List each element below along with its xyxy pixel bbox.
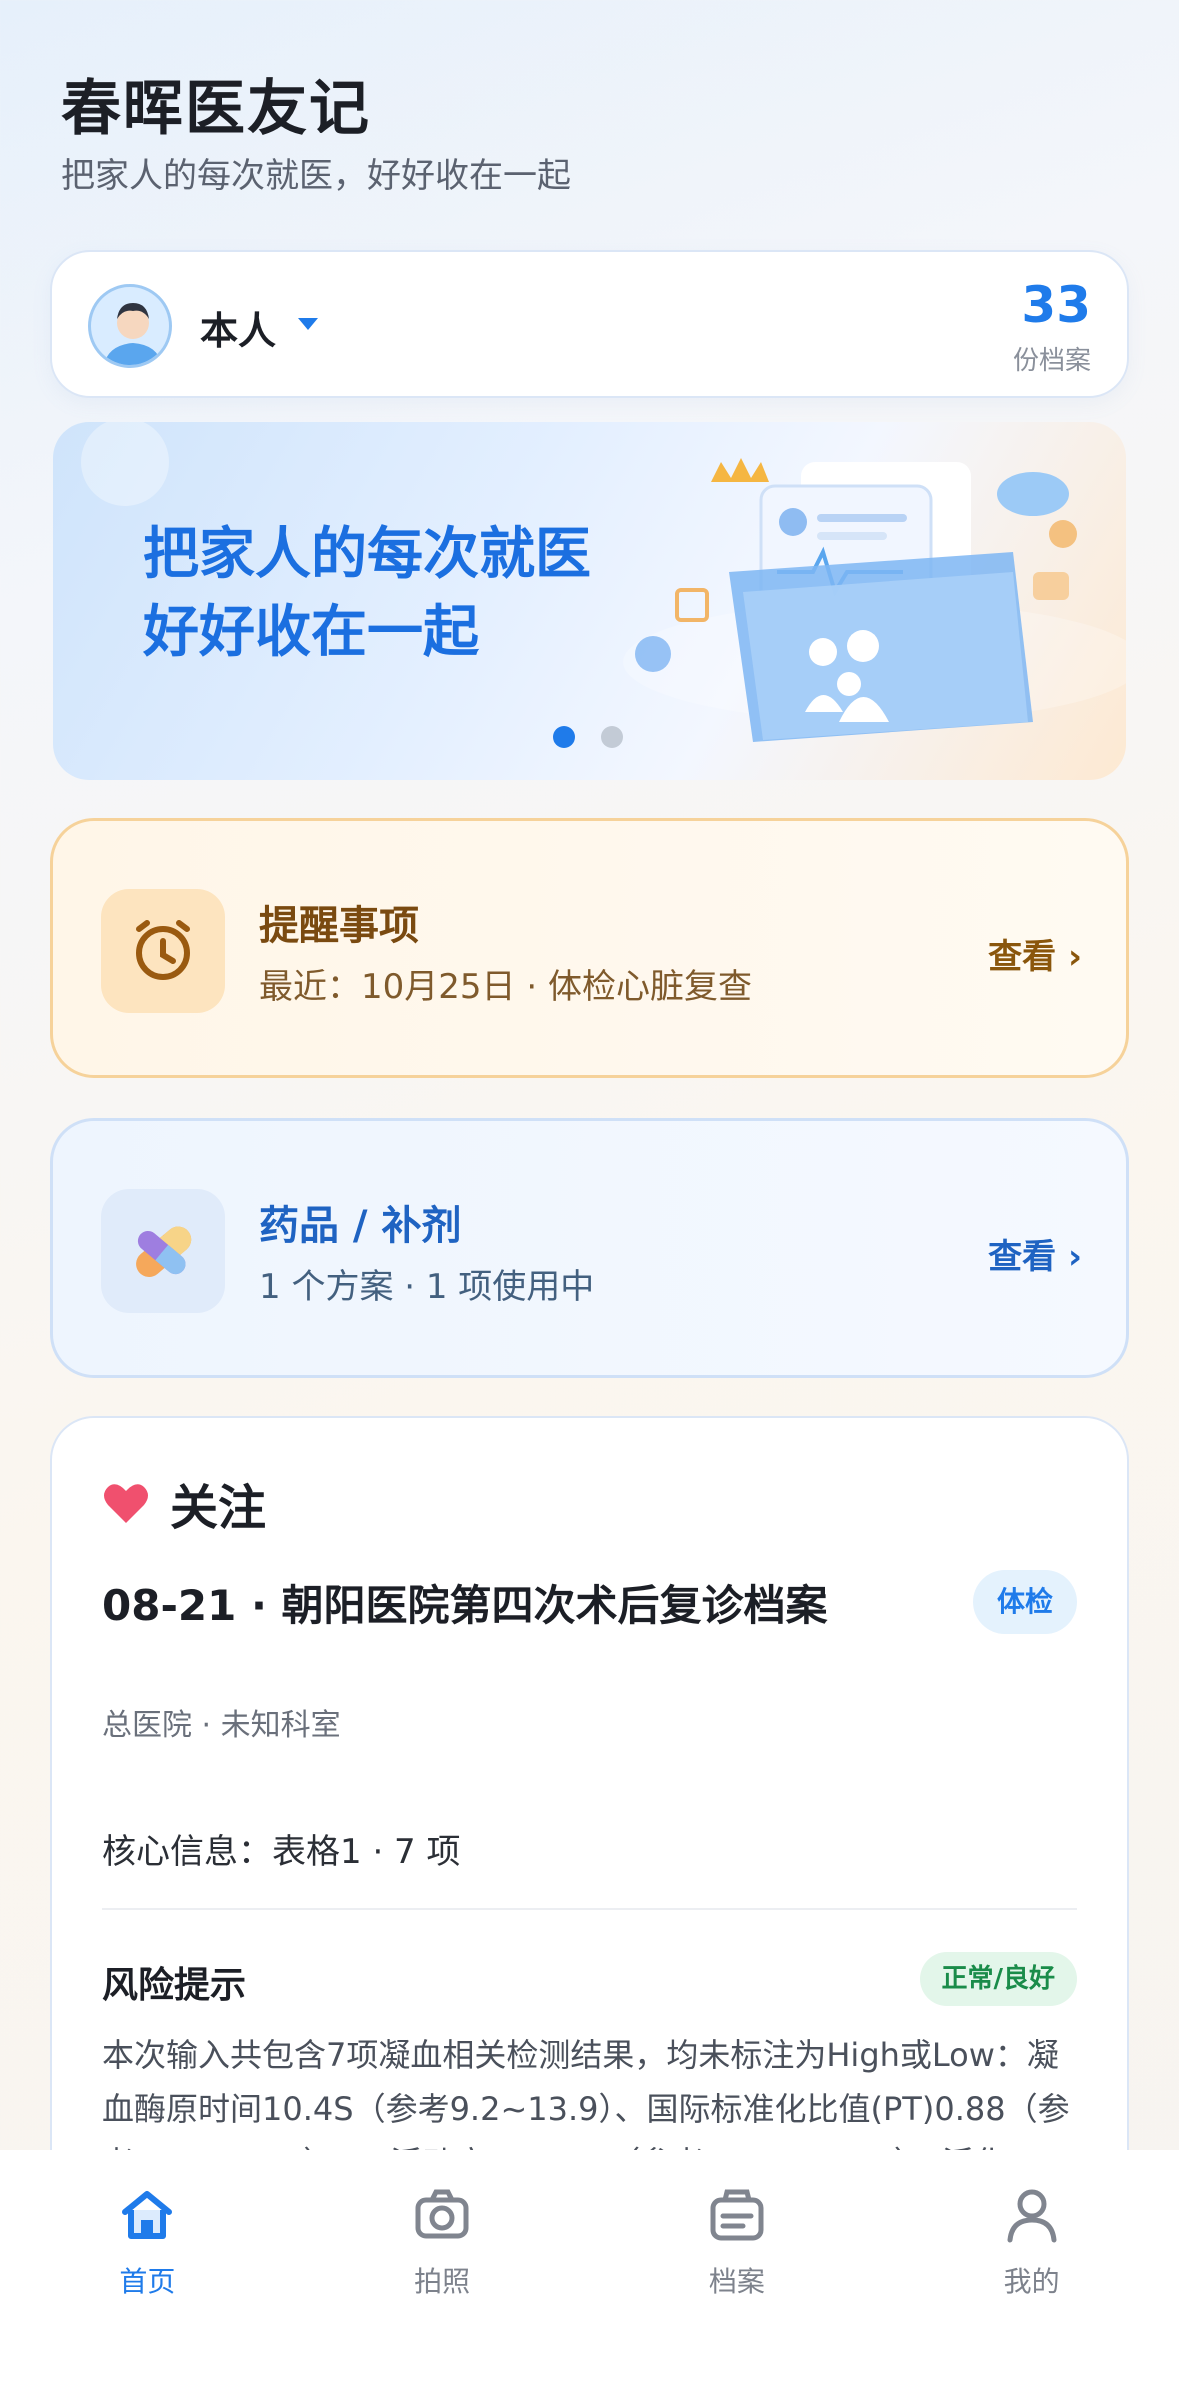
bottom-nav: 首页 拍照 档案 我的 <box>0 2150 1179 2400</box>
divider <box>102 1908 1077 1910</box>
pill-icon <box>101 1189 225 1313</box>
medication-subtitle: 1 个方案 · 1 项使用中 <box>259 1267 595 1307</box>
risk-title: 风险提示 <box>102 1965 247 2006</box>
chevron-down-icon <box>298 318 318 330</box>
nav-home[interactable]: 首页 <box>0 2150 295 2400</box>
home-icon <box>122 2191 173 2239</box>
medication-title: 药品 / 补剂 <box>259 1203 462 1249</box>
risk-status-badge: 正常/良好 <box>919 1952 1077 2006</box>
profile-switcher[interactable]: 本人 33 份档案 <box>50 250 1129 398</box>
record-count-label: 份档案 <box>1012 346 1091 376</box>
app-subtitle: 把家人的每次就医，好好收在一起 <box>61 156 571 196</box>
medication-view-link[interactable]: 查看 › <box>988 1229 1082 1278</box>
alarm-clock-icon <box>101 889 225 1013</box>
nav-camera[interactable]: 拍照 <box>295 2150 590 2400</box>
banner-dot <box>601 726 623 748</box>
banner-pagination <box>553 726 623 748</box>
avatar <box>88 284 172 368</box>
heart-icon <box>104 1484 148 1523</box>
profile-name: 本人 <box>200 309 277 353</box>
nav-label: 我的 <box>1003 2265 1060 2298</box>
record-count: 33 <box>1021 276 1091 334</box>
medication-card[interactable]: 药品 / 补剂 1 个方案 · 1 项使用中 查看 › <box>50 1118 1129 1378</box>
record-type-tag: 体检 <box>972 1570 1077 1634</box>
nav-records[interactable]: 档案 <box>590 2150 885 2400</box>
nav-label: 档案 <box>708 2265 765 2298</box>
user-icon <box>1007 2189 1057 2243</box>
promo-banner[interactable]: 把家人的每次就医 好好收在一起 <box>53 422 1126 780</box>
focus-header: 关注 <box>102 1468 266 1538</box>
core-info: 核心信息：表格1 · 7 项 <box>102 1832 461 1872</box>
banner-line-2: 好好收在一起 <box>143 600 479 665</box>
folder-icon <box>710 2189 764 2241</box>
banner-dot-active <box>553 726 575 748</box>
nav-profile[interactable]: 我的 <box>884 2150 1179 2400</box>
focus-title: 关注 <box>170 1480 267 1536</box>
banner-headline: 把家人的每次就医 好好收在一起 <box>143 516 591 672</box>
nav-label: 拍照 <box>414 2265 471 2298</box>
camera-icon <box>415 2189 469 2239</box>
banner-line-1: 把家人的每次就医 <box>143 522 591 587</box>
reminder-card[interactable]: 提醒事项 最近：10月25日 · 体检心脏复查 查看 › <box>50 818 1129 1078</box>
reminder-subtitle: 最近：10月25日 · 体检心脏复查 <box>259 967 752 1007</box>
app-title: 春晖医友记 <box>61 74 371 144</box>
nav-label: 首页 <box>119 2265 176 2298</box>
reminder-title: 提醒事项 <box>259 903 419 949</box>
record-title[interactable]: 08-21 · 朝阳医院第四次术后复诊档案 <box>102 1572 828 1633</box>
reminder-view-link[interactable]: 查看 › <box>988 929 1082 978</box>
hospital-department: 总医院 · 未知科室 <box>102 1708 341 1743</box>
